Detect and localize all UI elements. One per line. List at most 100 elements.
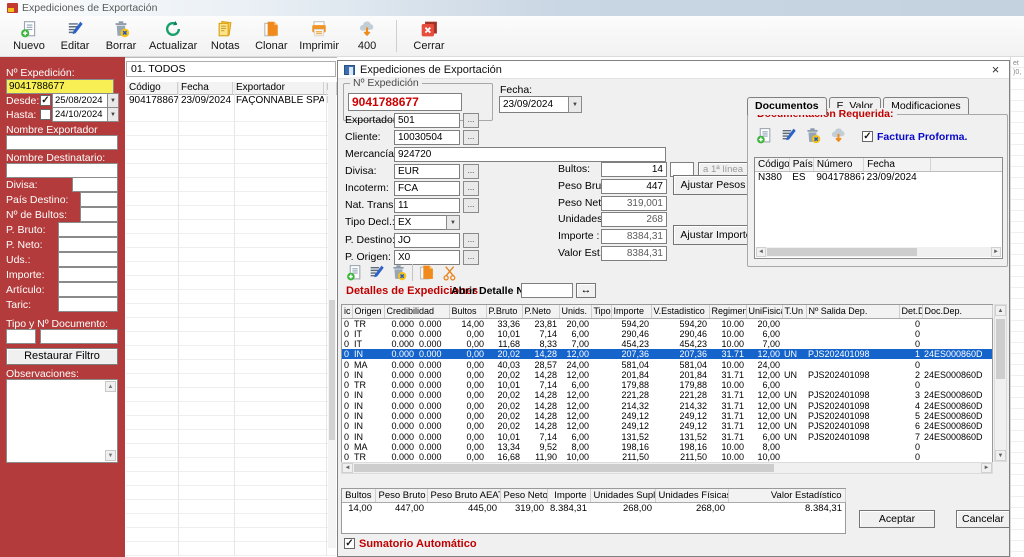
fecha-combo[interactable]: 23/09/2024 (499, 96, 569, 113)
scroll-up-icon[interactable]: ▲ (105, 381, 116, 392)
num-documento-input[interactable] (40, 329, 118, 344)
detail-row[interactable]: 0IN0.000 0.0000,0020,0214,2812,00214,322… (342, 401, 992, 411)
grid-col-header[interactable]: Doc.Dep. (922, 305, 992, 318)
detail-row[interactable]: 0MA0.000 0.0000,0040,0328,5724,00581,045… (342, 359, 992, 369)
hasta-checkbox[interactable] (40, 109, 51, 120)
grid-col-header[interactable]: V.Estadistico (651, 305, 709, 318)
edit-document-icon[interactable] (780, 127, 797, 144)
sumatorio-checkbox[interactable]: ✓ (344, 538, 355, 549)
expedicion-filter-input[interactable]: 9041788677 (6, 79, 114, 94)
docs-col-header[interactable]: País (789, 158, 813, 171)
divisa-input[interactable]: EUR (394, 164, 460, 179)
expedicion-value-input[interactable]: 9041788677 (348, 93, 462, 111)
docs-col-header[interactable]: Código (755, 158, 789, 171)
grid-col-header[interactable]: ic (342, 305, 352, 318)
nat-trans-input[interactable]: 11 (394, 198, 460, 213)
scroll-right-icon[interactable]: ► (981, 463, 992, 473)
grid-col-header[interactable]: Unids. (559, 305, 591, 318)
toolbar-editar-button[interactable]: Editar (52, 17, 98, 55)
toolbar-actualizar-button[interactable]: Actualizar (144, 17, 202, 55)
abrir-detalle-swap-button[interactable]: ↔ (576, 283, 596, 298)
results-scrollbar[interactable] (328, 82, 336, 548)
col-header-exportador[interactable]: Exportador (233, 82, 324, 95)
cut-detail-icon[interactable] (442, 264, 459, 281)
grid-col-header[interactable]: Nº Salida Dep. (806, 305, 899, 318)
detail-row[interactable]: 0IT0.000 0.0000,0011,688,337,00454,23454… (342, 339, 992, 349)
scroll-down-icon[interactable]: ▼ (995, 450, 1006, 461)
results-row[interactable]: 9041788677 23/09/2024 FAÇONNABLE SPAIN S… (126, 95, 337, 108)
desde-checkbox[interactable]: ✓ (40, 95, 51, 106)
cliente-input[interactable]: 10030504 (394, 130, 460, 145)
scroll-down-icon[interactable]: ▼ (105, 450, 116, 461)
detail-row[interactable]: 0IN0.000 0.0000,0020,0214,2812,00207,362… (342, 349, 992, 359)
scroll-left-icon[interactable]: ◄ (342, 463, 353, 473)
mercancía-input[interactable]: 924720 (394, 147, 666, 162)
grid-col-header[interactable]: Credibilidad (384, 305, 449, 318)
lookup-ellipsis-button[interactable]: ... (463, 164, 479, 179)
grid-col-header[interactable]: Det.Dep. (899, 305, 922, 318)
hasta-date-input[interactable]: 24/10/2024 (52, 107, 108, 122)
p-bruto-input[interactable] (58, 222, 118, 237)
lookup-ellipsis-button[interactable]: ... (463, 181, 479, 196)
pais-destino-input[interactable] (80, 192, 118, 207)
grid-col-header[interactable]: Tipo (591, 305, 611, 318)
lookup-ellipsis-button[interactable]: ... (463, 130, 479, 145)
fecha-dropdown-arrow-icon[interactable]: ▼ (568, 96, 582, 113)
grid-col-header[interactable]: UniFisicas. (746, 305, 782, 318)
lookup-ellipsis-button[interactable]: ... (463, 250, 479, 265)
desde-date-input[interactable]: 25/08/2024 (52, 93, 108, 108)
toolbar-imprimir-button[interactable]: Imprimir (294, 17, 344, 55)
scroll-left-icon[interactable]: ◄ (756, 247, 766, 257)
factura-proforma-checkbox[interactable]: ✓ (862, 131, 873, 142)
importe-filter-input[interactable] (58, 267, 118, 282)
desde-dropdown-arrow-icon[interactable]: ▼ (107, 93, 119, 108)
restaurar-filtro-button[interactable]: Restaurar Filtro (6, 348, 118, 365)
p-neto-input[interactable] (58, 237, 118, 252)
detail-row[interactable]: 0TR0.000 0.0000,0010,017,146,00179,88179… (342, 380, 992, 390)
detail-row[interactable]: 0MA0.000 0.0000,0013,349,528,00198,16198… (342, 442, 992, 452)
grid-col-header[interactable]: Regimen (709, 305, 746, 318)
toolbar-notas-button[interactable]: Notas (202, 17, 248, 55)
docs-col-header[interactable] (930, 158, 1002, 171)
download-document-icon[interactable] (830, 127, 847, 144)
p-origen-input[interactable]: X0 (394, 250, 460, 265)
lookup-ellipsis-button[interactable]: ... (463, 233, 479, 248)
docs-row[interactable]: N380ES904178867723/09/2024 (755, 171, 1003, 183)
lookup-ellipsis-button[interactable]: ... (463, 113, 479, 128)
toolbar-clonar-button[interactable]: Clonar (248, 17, 294, 55)
grid-col-header[interactable]: Bultos (449, 305, 486, 318)
close-icon[interactable]: × (987, 62, 1004, 77)
col-header-codigo[interactable]: Código (126, 82, 178, 95)
abrir-detalle-input[interactable] (521, 283, 573, 298)
tipo-documento-input[interactable] (6, 329, 36, 344)
observaciones-textarea[interactable]: ▲ ▼ (6, 379, 118, 463)
toolbar-borrar-button[interactable]: Borrar (98, 17, 144, 55)
aceptar-button[interactable]: Aceptar (859, 510, 935, 528)
grid-col-header[interactable]: P.Neto (522, 305, 559, 318)
delete-detail-icon[interactable] (390, 264, 407, 281)
detail-row[interactable]: 0IN0.000 0.0000,0020,0214,2812,00201,842… (342, 370, 992, 380)
toolbar-nuevo-button[interactable]: Nuevo (6, 17, 52, 55)
lookup-ellipsis-button[interactable]: ... (463, 198, 479, 213)
col-header-fecha[interactable]: Fecha (178, 82, 233, 95)
dropdown-arrow-icon[interactable]: ▼ (446, 215, 460, 230)
tab-documentos[interactable]: Documentos (747, 97, 827, 115)
clone-detail-icon[interactable] (418, 264, 435, 281)
detail-row[interactable]: 0IN0.000 0.0000,0020,0214,2812,00221,282… (342, 390, 992, 400)
new-detail-icon[interactable] (346, 264, 363, 281)
grid-hscrollbar[interactable]: ◄ ► (341, 462, 993, 474)
edit-detail-icon[interactable] (368, 264, 385, 281)
scroll-right-icon[interactable]: ► (991, 247, 1001, 257)
grid-vscrollbar[interactable]: ▲ ▼ (994, 304, 1007, 462)
hasta-dropdown-arrow-icon[interactable]: ▼ (107, 107, 119, 122)
detail-row[interactable]: 0IN0.000 0.0000,0020,0214,2812,00249,122… (342, 411, 992, 421)
toolbar-400-button[interactable]: 400 (344, 17, 390, 55)
divisa-filter-input[interactable] (72, 177, 118, 192)
grid-col-header[interactable]: T.Un (782, 305, 806, 318)
docs-col-header[interactable]: Número (813, 158, 863, 171)
incoterm-input[interactable]: FCA (394, 181, 460, 196)
toolbar-cerrar-button[interactable]: Cerrar (406, 17, 452, 55)
taric-input[interactable] (58, 297, 118, 312)
nombre-exportador-input[interactable] (6, 135, 118, 150)
cancelar-button[interactable]: Cancelar (956, 510, 1010, 528)
